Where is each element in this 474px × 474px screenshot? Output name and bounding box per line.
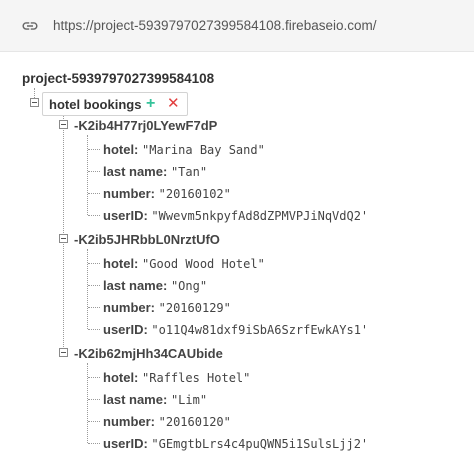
tree-connector <box>88 149 100 150</box>
tree-connector <box>34 88 35 98</box>
tree-connector <box>88 329 100 330</box>
url-bar: https://project-5939797027399584108.fire… <box>0 0 474 52</box>
tree-connector <box>88 443 100 444</box>
field-value[interactable]: "Raffles Hotel" <box>142 371 250 385</box>
tree-connector <box>88 171 100 172</box>
field-name: last name: <box>103 164 168 179</box>
field-name: hotel: <box>103 256 139 271</box>
root-node-label[interactable]: project-5939797027399584108 <box>22 71 214 86</box>
field-name: last name: <box>103 392 168 407</box>
record-key[interactable]: -K2ib62mjHh34CAUbide <box>74 346 223 361</box>
tree-connector <box>88 421 100 422</box>
tree-connector <box>88 307 100 308</box>
field-value[interactable]: "Marina Bay Sand" <box>142 143 265 157</box>
record-key[interactable]: -K2ib4H77rj0LYewF7dP <box>74 118 217 133</box>
tree-connector <box>88 215 100 216</box>
record-key[interactable]: -K2ib5JHRbbL0NrztUfO <box>74 232 220 247</box>
field-row[interactable]: userID: "Wwevm5nkpyfAd8dZPMVPJiNqVdQ2' <box>103 208 368 223</box>
field-row[interactable]: number: "20160129" <box>103 300 231 315</box>
field-value[interactable]: "Good Wood Hotel" <box>142 257 265 271</box>
collapse-toggle-record-2[interactable] <box>59 234 68 243</box>
field-row[interactable]: hotel: "Marina Bay Sand" <box>103 142 265 157</box>
collection-label: hotel bookings <box>49 97 142 112</box>
tree-connector <box>88 263 100 264</box>
collapse-toggle-record-1[interactable] <box>59 120 68 129</box>
field-value[interactable]: "Lim" <box>171 393 207 407</box>
field-value[interactable]: "20160129" <box>159 301 231 315</box>
field-name: number: <box>103 186 155 201</box>
field-row[interactable]: userID: "GEmgtbLrs4c4puQWN5i1SulsLjj2' <box>103 436 368 451</box>
add-child-button[interactable]: + <box>146 93 155 115</box>
field-name: hotel: <box>103 370 139 385</box>
field-name: hotel: <box>103 142 139 157</box>
data-tree: project-5939797027399584108 hotel bookin… <box>0 52 474 474</box>
tree-connector <box>88 193 100 194</box>
field-value[interactable]: "Ong" <box>171 279 207 293</box>
field-row[interactable]: last name: "Lim" <box>103 392 207 407</box>
field-name: number: <box>103 300 155 315</box>
field-name: number: <box>103 414 155 429</box>
field-row[interactable]: hotel: "Raffles Hotel" <box>103 370 250 385</box>
collapse-toggle-record-3[interactable] <box>59 348 68 357</box>
field-name: userID: <box>103 436 148 451</box>
field-row[interactable]: userID: "o11Q4w81dxf9iSbA6SzrfEwkAYs1' <box>103 322 368 337</box>
field-value[interactable]: "o11Q4w81dxf9iSbA6SzrfEwkAYs1' <box>151 323 368 337</box>
delete-node-button[interactable]: ✕ <box>167 93 180 115</box>
collection-node-hotel-bookings[interactable]: hotel bookings + ✕ <box>42 92 188 116</box>
url-text[interactable]: https://project-5939797027399584108.fire… <box>53 18 376 33</box>
field-row[interactable]: number: "20160120" <box>103 414 231 429</box>
field-row[interactable]: last name: "Ong" <box>103 278 207 293</box>
field-value[interactable]: "20160120" <box>159 415 231 429</box>
tree-connector <box>87 135 88 215</box>
field-value[interactable]: "GEmgtbLrs4c4puQWN5i1SulsLjj2' <box>151 437 368 451</box>
field-row[interactable]: hotel: "Good Wood Hotel" <box>103 256 265 271</box>
field-name: last name: <box>103 278 168 293</box>
field-name: userID: <box>103 322 148 337</box>
link-icon <box>22 22 38 30</box>
field-name: userID: <box>103 208 148 223</box>
tree-connector <box>88 377 100 378</box>
tree-connector <box>87 363 88 443</box>
tree-connector <box>87 249 88 329</box>
field-row[interactable]: last name: "Tan" <box>103 164 207 179</box>
tree-connector <box>88 399 100 400</box>
field-value[interactable]: "20160102" <box>159 187 231 201</box>
tree-connector <box>88 285 100 286</box>
field-row[interactable]: number: "20160102" <box>103 186 231 201</box>
field-value[interactable]: "Wwevm5nkpyfAd8dZPMVPJiNqVdQ2' <box>151 209 368 223</box>
field-value[interactable]: "Tan" <box>171 165 207 179</box>
collapse-toggle-collection[interactable] <box>30 98 39 107</box>
